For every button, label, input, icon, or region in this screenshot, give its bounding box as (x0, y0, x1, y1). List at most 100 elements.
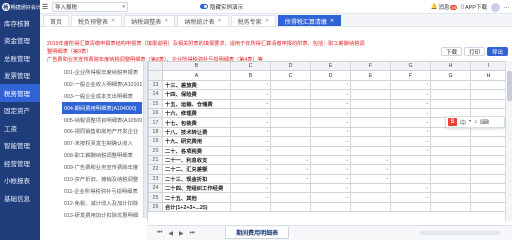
data-cell[interactable]: * (310, 192, 351, 203)
data-cell[interactable]: * (230, 164, 271, 175)
row-number[interactable]: 15 (148, 98, 163, 109)
column-header[interactable]: D (270, 61, 311, 72)
data-cell[interactable] (350, 79, 391, 91)
toggle-switch[interactable] (200, 4, 208, 9)
row-label[interactable]: 十九、研究费用 (162, 136, 231, 147)
column-header[interactable]: G (390, 61, 431, 72)
tree-item[interactable]: 009-广告费和业务宣传费跨年度 (62, 161, 142, 173)
ime-toolbar[interactable]: S 中 • ♪ ⌨ (445, 116, 505, 128)
data-cell[interactable]: * (390, 192, 431, 203)
data-cell[interactable]: * (390, 136, 431, 147)
data-cell[interactable]: * (350, 154, 391, 166)
data-cell[interactable] (270, 201, 311, 213)
vertical-scrollbar[interactable] (505, 61, 512, 221)
data-cell[interactable] (430, 89, 471, 100)
data-cell[interactable]: * (230, 126, 271, 138)
row-label[interactable]: 十七、包装费 (162, 117, 231, 128)
close-icon[interactable]: ✕ (330, 18, 334, 24)
row-label[interactable]: 十八、技术转让费 (162, 126, 231, 138)
data-cell[interactable]: * (350, 173, 391, 185)
tree-item[interactable]: 010-资产折旧、摊销及纳税调整 (62, 173, 142, 185)
data-cell[interactable] (270, 145, 311, 156)
data-cell[interactable] (350, 145, 391, 156)
data-cell[interactable] (350, 107, 391, 119)
toolbar-button[interactable]: 打印 (463, 47, 485, 56)
data-cell[interactable] (430, 154, 471, 166)
row-number[interactable]: 20 (148, 145, 163, 156)
data-cell[interactable]: * (390, 126, 431, 138)
tab[interactable]: 税负预警表 ✕ (71, 15, 123, 26)
data-cell[interactable]: * (230, 154, 271, 166)
row-number[interactable]: 24 (148, 183, 163, 194)
tree-item[interactable]: 006-视同销售和房地产开发企业 (62, 125, 142, 137)
row-label[interactable]: 二十一、利息收支 (162, 154, 231, 166)
column-header[interactable]: B (162, 61, 231, 72)
column-header[interactable]: F (350, 61, 391, 72)
data-cell[interactable] (270, 192, 311, 203)
data-cell[interactable]: * (310, 145, 351, 156)
data-cell[interactable]: * (310, 126, 351, 138)
nav-item[interactable]: 库存核算 (0, 14, 40, 32)
data-cell[interactable] (470, 98, 505, 109)
data-cell[interactable]: * (390, 98, 431, 109)
tree-item[interactable]: 008-职工薪酬纳税调整明细表 (62, 149, 142, 161)
column-header[interactable]: C (230, 61, 271, 72)
data-cell[interactable] (430, 136, 471, 147)
nav-item[interactable]: 基础信息 (0, 189, 40, 207)
row-number[interactable]: 18 (148, 126, 163, 138)
app-download-button[interactable]: ▯ APP下载 (461, 3, 487, 11)
nav-item[interactable]: 经营管理 (0, 154, 40, 172)
app-logo[interactable]: 畅 畅捷通好会计 (0, 0, 40, 14)
tab[interactable]: 税务专家 ✕ (230, 15, 276, 26)
row-label[interactable]: 十六、修理费 (162, 107, 231, 119)
data-cell[interactable]: * (270, 164, 311, 175)
close-icon[interactable]: ✕ (265, 18, 269, 24)
data-cell[interactable]: * (390, 89, 431, 100)
toolbar-button[interactable]: 导出 (486, 47, 508, 56)
data-cell[interactable]: * (230, 173, 271, 185)
data-cell[interactable]: * (310, 164, 351, 175)
data-cell[interactable] (390, 164, 431, 175)
tree-item[interactable]: 013-研发费用加计扣除优惠明细 (62, 209, 142, 218)
data-cell[interactable] (470, 79, 505, 91)
scroll-thumb[interactable] (507, 71, 512, 101)
row-number[interactable]: 21 (148, 154, 163, 166)
data-cell[interactable] (350, 201, 391, 213)
data-cell[interactable] (350, 183, 391, 194)
data-cell[interactable] (430, 201, 471, 213)
data-cell[interactable]: * (230, 117, 271, 128)
data-cell[interactable] (470, 154, 505, 166)
nav-item[interactable]: 发票管理 (0, 67, 40, 85)
data-cell[interactable]: * (310, 107, 351, 119)
data-cell[interactable]: * (230, 192, 271, 203)
data-cell[interactable]: * (230, 79, 271, 91)
nav-item[interactable]: 固定资产 (0, 102, 40, 120)
data-cell[interactable] (470, 173, 505, 185)
row-label[interactable]: 二十、各项税费 (162, 145, 231, 156)
data-cell[interactable] (430, 173, 471, 185)
tree-item[interactable]: 007-未按权责发生制确认收入 (62, 137, 142, 149)
data-cell[interactable] (470, 201, 505, 213)
data-cell[interactable] (270, 107, 311, 119)
ime-voice-icon[interactable]: ♪ (474, 119, 477, 125)
data-cell[interactable]: * (390, 183, 431, 194)
ime-chinese-icon[interactable]: 中 (460, 118, 466, 127)
row-label[interactable]: 合计(1+2+3+...25) (162, 201, 231, 213)
row-number[interactable]: 14 (148, 89, 163, 100)
row-number[interactable]: 26 (148, 201, 163, 213)
row-number[interactable]: 17 (148, 117, 163, 128)
data-cell[interactable] (270, 136, 311, 147)
row-label[interactable]: 二十三、现金折扣 (162, 173, 231, 185)
data-cell[interactable] (270, 89, 311, 100)
data-cell[interactable] (430, 145, 471, 156)
messages-button[interactable]: 🔔 消息 99 (431, 3, 457, 11)
tab[interactable]: 纳税调整表 ✕ (124, 15, 176, 26)
column-header[interactable]: H (430, 61, 471, 72)
data-cell[interactable] (270, 117, 311, 128)
close-icon[interactable]: ✕ (164, 18, 168, 24)
data-cell[interactable]: * (310, 98, 351, 109)
data-cell[interactable] (350, 136, 391, 147)
tab[interactable]: 所得税汇算清缴 ✕ (277, 15, 342, 26)
close-icon[interactable]: ✕ (217, 18, 221, 24)
data-cell[interactable]: * (270, 154, 311, 166)
